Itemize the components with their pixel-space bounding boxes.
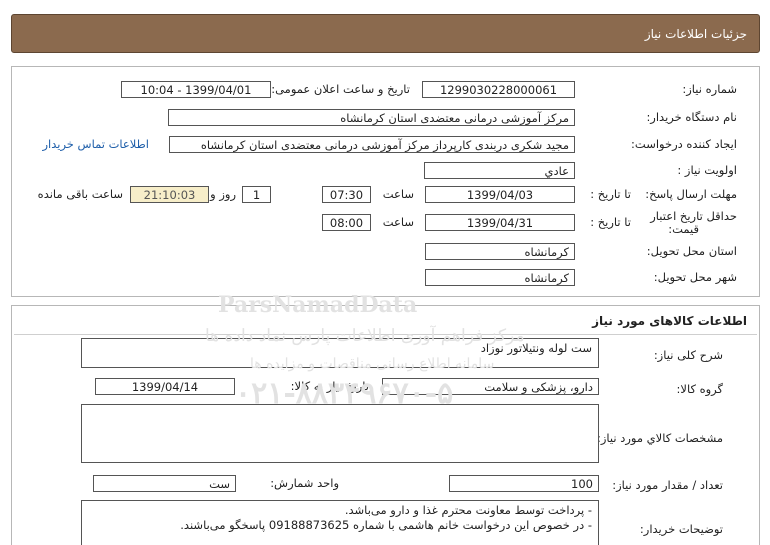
city-label: شهر محل تحویل:	[653, 270, 737, 284]
page-header: جزئیات اطلاعات نیاز	[11, 14, 760, 53]
buyer-notes-field: - پرداخت توسط معاونت محترم غذا و دارو می…	[81, 500, 599, 545]
deadline-time-label: ساعت	[382, 187, 414, 201]
days-remaining-field: 1	[242, 186, 271, 203]
priority-label: اولویت نیاز :	[677, 163, 737, 177]
buyer-org-label: نام دستگاه خریدار:	[646, 110, 737, 124]
deadline-label: مهلت ارسال پاسخ:	[645, 187, 737, 201]
qty-label: تعداد / مقدار مورد نیاز:	[612, 478, 723, 492]
province-label: استان محل تحویل:	[646, 244, 737, 258]
buyer-notes-line-2: - در خصوص این درخواست خانم هاشمی با شمار…	[180, 518, 592, 532]
spec-label: مشخصات کالاي مورد نیاز:	[596, 431, 723, 445]
validity-date-field: 1399/04/31	[425, 214, 575, 231]
buyer-org-field: مرکز آموزشی درمانی معتضدی استان کرمانشاه	[168, 109, 575, 126]
goods-group-label: گروه کالا:	[676, 382, 723, 396]
desc-label: شرح کلی نیاز:	[653, 348, 723, 362]
remaining-time-field: 21:10:03	[130, 186, 209, 203]
need-date-field: 1399/04/14	[95, 378, 235, 395]
city-field: کرمانشاه	[425, 269, 575, 286]
need-date-label: تاریخ نیاز به کالا:	[290, 379, 369, 393]
section-divider	[14, 334, 757, 335]
goods-panel: اطلاعات کالاهای مورد نیاز شرح کلی نیاز: …	[11, 305, 760, 545]
validity-label-line2: قیمت:	[668, 222, 699, 236]
buyer-notes-label: توضیحات خریدار:	[639, 522, 723, 536]
priority-field: عادي	[424, 162, 575, 179]
goods-section-title: اطلاعات کالاهای مورد نیاز	[592, 314, 747, 328]
spec-field	[81, 404, 599, 463]
buyer-notes-line-1: - پرداخت توسط معاونت محترم غذا و دارو می…	[344, 503, 592, 517]
buyer-contact-link[interactable]: اطلاعات تماس خریدار	[42, 137, 149, 151]
page-title: جزئیات اطلاعات نیاز	[644, 27, 747, 41]
need-info-panel: شماره نیاز: 1299030228000061 تاریخ و ساع…	[11, 66, 760, 297]
validity-time-label: ساعت	[382, 215, 414, 229]
validity-label-line1: حداقل تاریخ اعتبار	[650, 209, 737, 223]
days-label: روز و	[210, 187, 236, 201]
validity-time-field: 08:00	[322, 214, 371, 231]
validity-to-date-label: تا تاریخ :	[590, 215, 631, 229]
announce-field: 1399/04/01 - 10:04	[121, 81, 271, 98]
province-field: کرمانشاه	[425, 243, 575, 260]
deadline-time-field: 07:30	[322, 186, 371, 203]
remaining-time-label: ساعت باقی مانده	[37, 187, 123, 201]
need-number-label: شماره نیاز:	[682, 82, 737, 96]
deadline-date-field: 1399/04/03	[425, 186, 575, 203]
unit-label: واحد شمارش:	[270, 476, 339, 490]
requester-field: مجید شکری دربندی کارپرداز مرکز آموزشی در…	[169, 136, 575, 153]
qty-field: 100	[449, 475, 599, 492]
requester-label: ایجاد کننده درخواست:	[631, 137, 737, 151]
goods-group-field: دارو، پزشکی و سلامت	[382, 378, 599, 395]
announce-label: تاریخ و ساعت اعلان عمومی:	[271, 82, 410, 96]
deadline-to-date-label: تا تاریخ :	[590, 187, 631, 201]
unit-field: ست	[93, 475, 236, 492]
desc-field: ست لوله ونتیلاتور نوزاد	[81, 338, 599, 368]
need-number-field: 1299030228000061	[422, 81, 575, 98]
